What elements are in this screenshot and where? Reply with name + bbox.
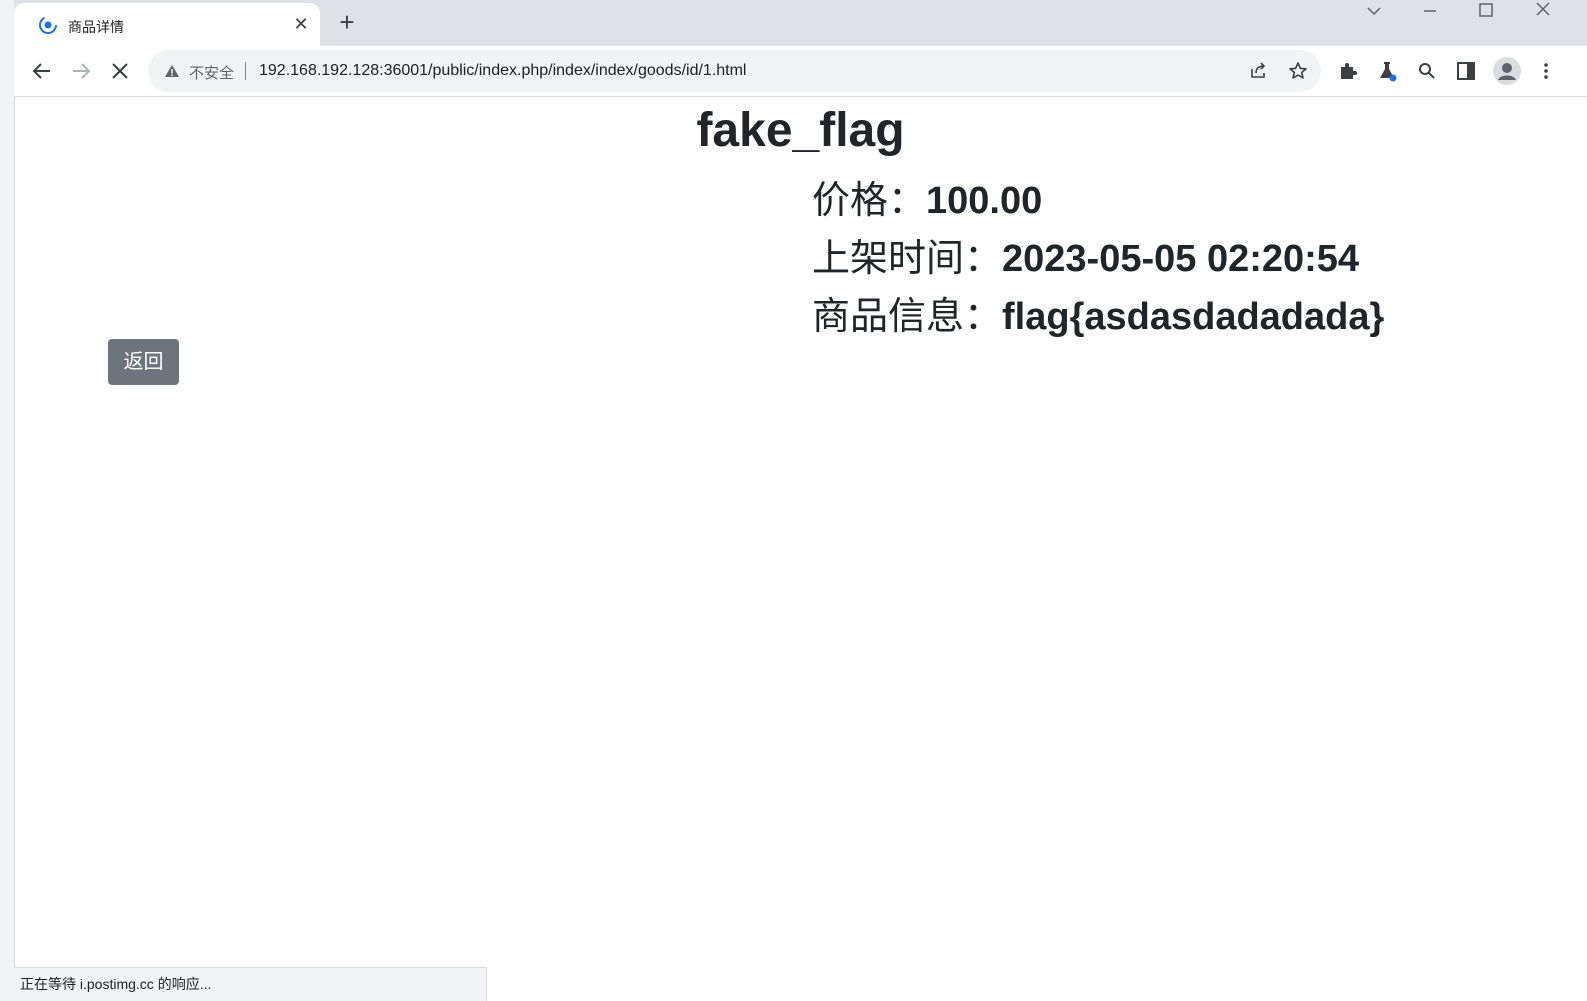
- side-panel-icon[interactable]: [1454, 59, 1478, 83]
- price-value: 100.00: [926, 180, 1043, 222]
- product-info-line: 商品信息：flag{asdasdadadada}: [812, 285, 1384, 340]
- warning-icon[interactable]: [164, 64, 180, 83]
- separator: [245, 62, 246, 80]
- price-line: 价格：100.00: [812, 169, 1042, 224]
- stop-loading-icon[interactable]: [106, 57, 134, 85]
- extensions-puzzle-icon[interactable]: [1336, 59, 1360, 83]
- back-arrow-icon[interactable]: [28, 57, 56, 85]
- chevron-down-icon[interactable]: [1354, 0, 1394, 24]
- minimize-icon[interactable]: [1410, 0, 1450, 24]
- browser-toolbar: 不安全 192.168.192.128:36001/public/index.p…: [14, 46, 1587, 97]
- tab-close-icon[interactable]: ✕: [290, 13, 312, 35]
- share-icon[interactable]: [1248, 61, 1268, 81]
- listed-time-value: 2023-05-05 02:20:54: [1002, 238, 1360, 280]
- forward-arrow-icon[interactable]: [67, 57, 95, 85]
- tab-title: 商品详情: [68, 19, 124, 35]
- address-bar[interactable]: 不安全 192.168.192.128:36001/public/index.p…: [148, 50, 1321, 92]
- listed-time-line: 上架时间：2023-05-05 02:20:54: [812, 227, 1359, 282]
- search-icon[interactable]: [1415, 59, 1439, 83]
- bookmark-star-icon[interactable]: [1288, 61, 1308, 81]
- status-bar: 正在等待 i.postimg.cc 的响应...: [14, 967, 487, 1001]
- page-content: fake_flag 价格：100.00 上架时间：2023-05-05 02:2…: [14, 97, 1587, 1001]
- window-close-icon[interactable]: [1523, 0, 1563, 24]
- profile-avatar-icon[interactable]: [1492, 56, 1522, 86]
- listed-time-label: 上架时间：: [812, 238, 1003, 280]
- more-menu-icon[interactable]: [1534, 59, 1558, 83]
- product-info-label: 商品信息：: [812, 296, 1003, 338]
- url-text[interactable]: 192.168.192.128:36001/public/index.php/i…: [259, 62, 746, 80]
- loading-spinner-icon: [38, 15, 58, 35]
- price-label: 价格：: [812, 180, 927, 222]
- product-title: fake_flag: [696, 104, 905, 157]
- maximize-icon[interactable]: [1466, 0, 1506, 24]
- window-left-edge: [0, 0, 15, 1001]
- plus-icon[interactable]: +: [334, 9, 360, 36]
- back-button[interactable]: 返回: [108, 339, 179, 385]
- product-info-value: flag{asdasdadadada}: [1002, 296, 1385, 338]
- labs-flask-icon[interactable]: [1375, 59, 1399, 83]
- security-label[interactable]: 不安全: [189, 62, 234, 83]
- tab-goods-detail[interactable]: 商品详情 ✕: [14, 3, 320, 46]
